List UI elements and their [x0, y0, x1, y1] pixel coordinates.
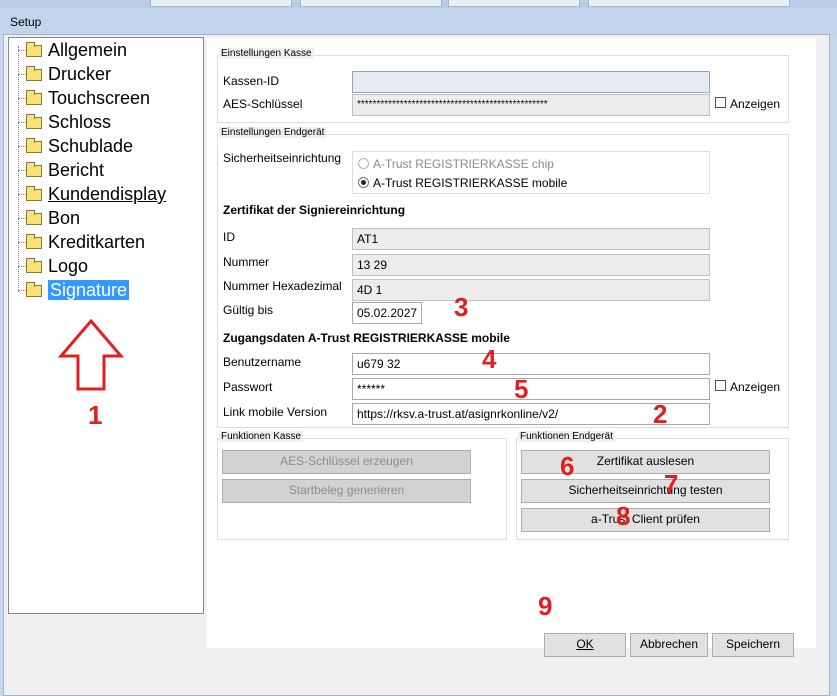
radio-chip-label: A-Trust REGISTRIERKASSE chip — [373, 157, 554, 171]
radio-mobile[interactable] — [358, 177, 369, 188]
sicherheit-label: Sicherheitseinrichtung — [223, 151, 342, 165]
nummer-label: Nummer — [223, 255, 270, 269]
aes-show-checkbox[interactable] — [715, 97, 726, 108]
up-arrow-annotation — [58, 318, 124, 391]
ok-button-label: OK — [576, 637, 594, 651]
radio-chip[interactable] — [358, 158, 369, 169]
tree-item-bericht[interactable]: Bericht — [26, 158, 104, 182]
annotation-2: 2 — [653, 399, 668, 429]
title-bar[interactable] — [0, 8, 837, 36]
gueltig-field[interactable]: 05.02.2027 — [352, 302, 422, 324]
background-tab — [448, 0, 580, 7]
aes-field[interactable]: ****************************************… — [352, 94, 710, 116]
hex-label: Nummer Hexadezimal — [223, 279, 342, 293]
folder-icon — [26, 282, 42, 297]
folder-icon — [26, 186, 42, 201]
annotation-1: 1 — [88, 400, 103, 430]
tree-item-allgemein[interactable]: Allgemein — [26, 38, 127, 62]
background-tab — [150, 0, 292, 7]
folder-icon — [26, 162, 42, 177]
passwort-label: Passwort — [223, 380, 273, 394]
benutzer-field[interactable]: u679 32 — [352, 353, 710, 375]
speichern-button[interactable]: Speichern — [712, 633, 794, 657]
kassen-id-label: Kassen-ID — [223, 74, 280, 88]
background-tab — [300, 0, 442, 7]
ok-button[interactable]: OK — [544, 633, 626, 657]
passwort-field[interactable]: ****** — [352, 378, 710, 400]
id-label: ID — [223, 230, 235, 244]
zertifikat-auslesen-button[interactable]: Zertifikat auslesen — [521, 450, 770, 474]
tree-item-schublade[interactable]: Schublade — [26, 134, 133, 158]
folder-icon — [26, 42, 42, 57]
redaction-mask — [356, 74, 426, 89]
annotation-7: 7 — [664, 469, 679, 499]
annotation-5: 5 — [514, 374, 529, 404]
annotation-8: 8 — [616, 501, 631, 531]
annotation-6: 6 — [560, 451, 575, 481]
link-label: Link mobile Version — [223, 405, 328, 419]
client-pruefen-button[interactable]: a-Trust Client prüfen — [521, 508, 770, 532]
legend-endgeraet: Einstellungen Endgerät — [219, 127, 327, 138]
tree-item-schloss[interactable]: Schloss — [26, 110, 111, 134]
folder-icon — [26, 138, 42, 153]
zertifikat-heading: Zertifikat der Signiereinrichtung — [223, 203, 406, 217]
startbeleg-button[interactable]: Startbeleg generieren — [222, 479, 471, 503]
folder-icon — [26, 114, 42, 129]
aes-label: AES-Schlüssel — [223, 97, 303, 111]
sicherheit-testen-button[interactable]: Sicherheitseinrichtung testen — [521, 479, 770, 503]
legend-funktionen-kasse: Funktionen Kasse — [219, 431, 304, 442]
folder-icon — [26, 90, 42, 105]
aes-show-label: Anzeigen — [730, 97, 781, 111]
legend-kasse: Einstellungen Kasse — [219, 48, 314, 59]
id-field[interactable]: AT1 — [352, 228, 710, 250]
tree-item-touchscreen[interactable]: Touchscreen — [26, 86, 150, 110]
nummer-field[interactable]: 13 29 — [352, 254, 710, 276]
background-tab — [588, 0, 790, 7]
zugang-heading: Zugangsdaten A-Trust REGISTRIERKASSE mob… — [223, 331, 510, 345]
tree-item-logo[interactable]: Logo — [26, 254, 88, 278]
gueltig-label: Gültig bis — [223, 303, 274, 317]
legend-funktionen-endgeraet: Funktionen Endgerät — [518, 431, 615, 442]
tree-line — [18, 46, 19, 292]
hex-field[interactable]: 4D 1 — [352, 279, 710, 301]
tree-item-kreditkarten[interactable]: Kreditkarten — [26, 230, 145, 254]
folder-icon — [26, 258, 42, 273]
tree-item-bon[interactable]: Bon — [26, 206, 80, 230]
folder-icon — [26, 210, 42, 225]
annotation-3: 3 — [454, 292, 469, 322]
radio-mobile-label: A-Trust REGISTRIERKASSE mobile — [373, 176, 568, 190]
benutzer-label: Benutzername — [223, 355, 302, 369]
passwort-show-label: Anzeigen — [730, 380, 781, 394]
tree-item-kundendisplay[interactable]: Kundendisplay — [26, 182, 166, 206]
tree-item-drucker[interactable]: Drucker — [26, 62, 111, 86]
tree-item-signature[interactable]: Signature — [26, 278, 130, 302]
folder-icon — [26, 234, 42, 249]
abbrechen-button[interactable]: Abbrechen — [630, 633, 708, 657]
passwort-show-checkbox[interactable] — [715, 380, 726, 391]
annotation-9: 9 — [538, 591, 553, 621]
window-title: Setup — [10, 15, 42, 29]
folder-icon — [26, 66, 42, 81]
annotation-4: 4 — [482, 344, 497, 374]
aes-erzeugen-button[interactable]: AES-Schlüssel erzeugen — [222, 450, 471, 474]
